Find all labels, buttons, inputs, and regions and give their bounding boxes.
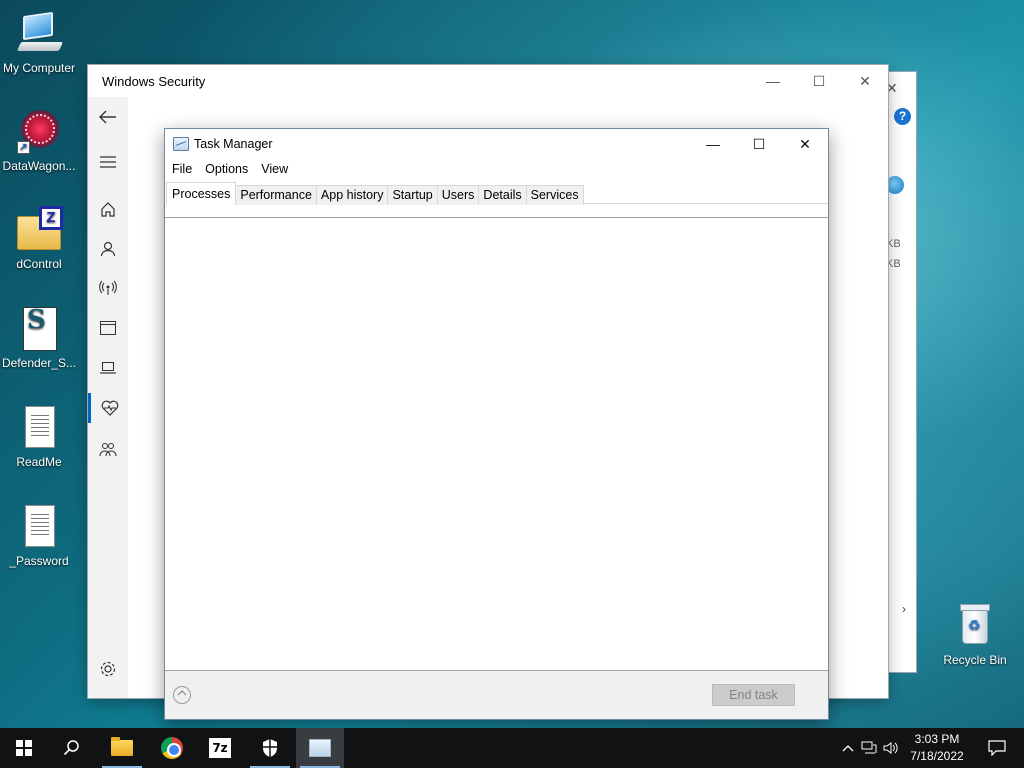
minimize-button[interactable]: — — [690, 129, 736, 159]
start-button[interactable] — [0, 728, 48, 768]
menu-file[interactable]: File — [165, 160, 198, 178]
computer-icon — [15, 10, 64, 58]
text-document-icon — [15, 503, 63, 551]
desktop-icon-label: _Password — [9, 554, 69, 568]
device-security-icon[interactable] — [88, 353, 128, 383]
tab-performance[interactable]: Performance — [235, 185, 317, 205]
task-manager-window[interactable]: Task Manager — ☐ ✕ File Options View Pro… — [164, 128, 829, 720]
recycle-bin-icon: ♻ — [951, 602, 999, 650]
tab-services[interactable]: Services — [525, 185, 584, 205]
home-icon[interactable] — [88, 194, 128, 224]
clock[interactable]: 3:03 PM 7/18/2022 — [902, 731, 972, 765]
network-icon[interactable] — [858, 728, 880, 768]
back-arrow-icon[interactable] — [88, 102, 128, 132]
file-explorer-icon — [111, 737, 133, 756]
hamburger-menu-icon[interactable] — [88, 147, 128, 177]
scroll-right-icon[interactable]: › — [902, 602, 906, 616]
maximize-button[interactable]: ☐ — [736, 129, 782, 159]
taskbar-file-explorer[interactable] — [98, 728, 146, 768]
chrome-icon — [161, 737, 183, 759]
desktop-icon-label: dControl — [16, 257, 62, 271]
size-unit-text: KB — [886, 238, 901, 250]
shortcut-arrow-icon: ↗ — [17, 141, 30, 154]
fewer-details-chevron-icon[interactable] — [173, 686, 191, 704]
account-icon[interactable] — [88, 234, 128, 264]
settings-gear-icon[interactable] — [88, 654, 128, 684]
end-task-button[interactable]: End task — [712, 684, 795, 706]
window-title: Task Manager — [194, 137, 273, 151]
search-button[interactable] — [48, 728, 96, 768]
7zip-icon: 7z — [209, 738, 231, 758]
window-title: Windows Security — [102, 74, 206, 89]
taskbar-windows-security[interactable] — [246, 728, 294, 768]
menu-options[interactable]: Options — [198, 160, 254, 178]
desktop-icon-label: ReadMe — [16, 455, 62, 469]
tab-users[interactable]: Users — [436, 185, 480, 205]
desktop-icon-label: Defender_S... — [1, 356, 77, 370]
footer-bar: End task — [165, 671, 828, 719]
security-sidebar — [88, 97, 128, 698]
taskbar: 7z 3:03 PM 7/18/2022 — [0, 728, 1024, 768]
globe-icon — [886, 176, 904, 194]
desktop-icon-label: DataWagon... — [2, 159, 76, 173]
clock-time: 3:03 PM — [914, 732, 960, 746]
task-manager-icon — [309, 739, 331, 757]
action-center-icon[interactable] — [982, 728, 1012, 768]
firewall-network-icon[interactable] — [88, 273, 128, 303]
taskbar-7zip[interactable]: 7z — [196, 728, 244, 768]
volume-icon[interactable] — [880, 728, 902, 768]
taskbar-chrome[interactable] — [148, 728, 196, 768]
desktop-icon-my-computer[interactable]: My Computer — [0, 10, 78, 75]
tab-startup[interactable]: Startup — [387, 185, 438, 205]
tab-strip: Processes Performance App history Startu… — [166, 182, 828, 205]
taskbar-task-manager[interactable] — [296, 728, 344, 768]
family-options-icon[interactable] — [88, 435, 128, 465]
tab-processes[interactable]: Processes — [166, 182, 237, 205]
text-document-icon — [15, 404, 63, 452]
minimize-button[interactable]: — — [750, 65, 796, 97]
desktop-icon-label: My Computer — [2, 61, 76, 75]
size-unit-text: KB — [886, 258, 901, 270]
script-file-icon: S — [15, 305, 63, 353]
device-health-icon[interactable] — [88, 393, 128, 423]
desktop-icon-password[interactable]: _Password — [0, 503, 78, 568]
menu-bar: File Options View — [165, 160, 294, 178]
clock-date: 7/18/2022 — [910, 749, 964, 763]
app-browser-control-icon[interactable] — [88, 313, 128, 343]
process-list-area[interactable] — [165, 217, 828, 671]
desktop-icon-readme[interactable]: ReadMe — [0, 404, 78, 469]
desktop-icon-datawagon[interactable]: ↗ DataWagon... — [0, 108, 78, 173]
tab-app-history[interactable]: App history — [315, 185, 389, 205]
title-bar[interactable]: Task Manager — ☐ ✕ — [165, 129, 828, 159]
maximize-button[interactable]: ☐ — [796, 65, 842, 97]
desktop-icon-dcontrol[interactable]: Z dControl — [0, 206, 78, 271]
background-window[interactable]: ✕ ? KB KB › — [886, 72, 916, 672]
search-icon — [63, 740, 79, 756]
desktop-icon-defender-script[interactable]: S Defender_S... — [0, 305, 78, 370]
help-icon[interactable]: ? — [894, 108, 911, 125]
menu-view[interactable]: View — [254, 160, 294, 178]
dcontrol-folder-icon: Z — [15, 206, 63, 254]
task-manager-icon — [173, 137, 189, 151]
chevron-up-icon[interactable] — [838, 728, 858, 768]
window-controls: — ☐ ✕ — [690, 129, 828, 159]
datawagon-icon: ↗ — [15, 108, 63, 156]
start-icon — [16, 740, 32, 756]
desktop-icon-recycle-bin[interactable]: ♻ Recycle Bin — [936, 602, 1014, 667]
desktop-icon-label: Recycle Bin — [943, 653, 1007, 667]
tab-details[interactable]: Details — [478, 185, 527, 205]
windows-security-icon — [263, 739, 277, 757]
window-controls: — ☐ ✕ — [750, 65, 888, 97]
close-button[interactable]: ✕ — [782, 129, 828, 159]
close-button[interactable]: ✕ — [842, 65, 888, 97]
